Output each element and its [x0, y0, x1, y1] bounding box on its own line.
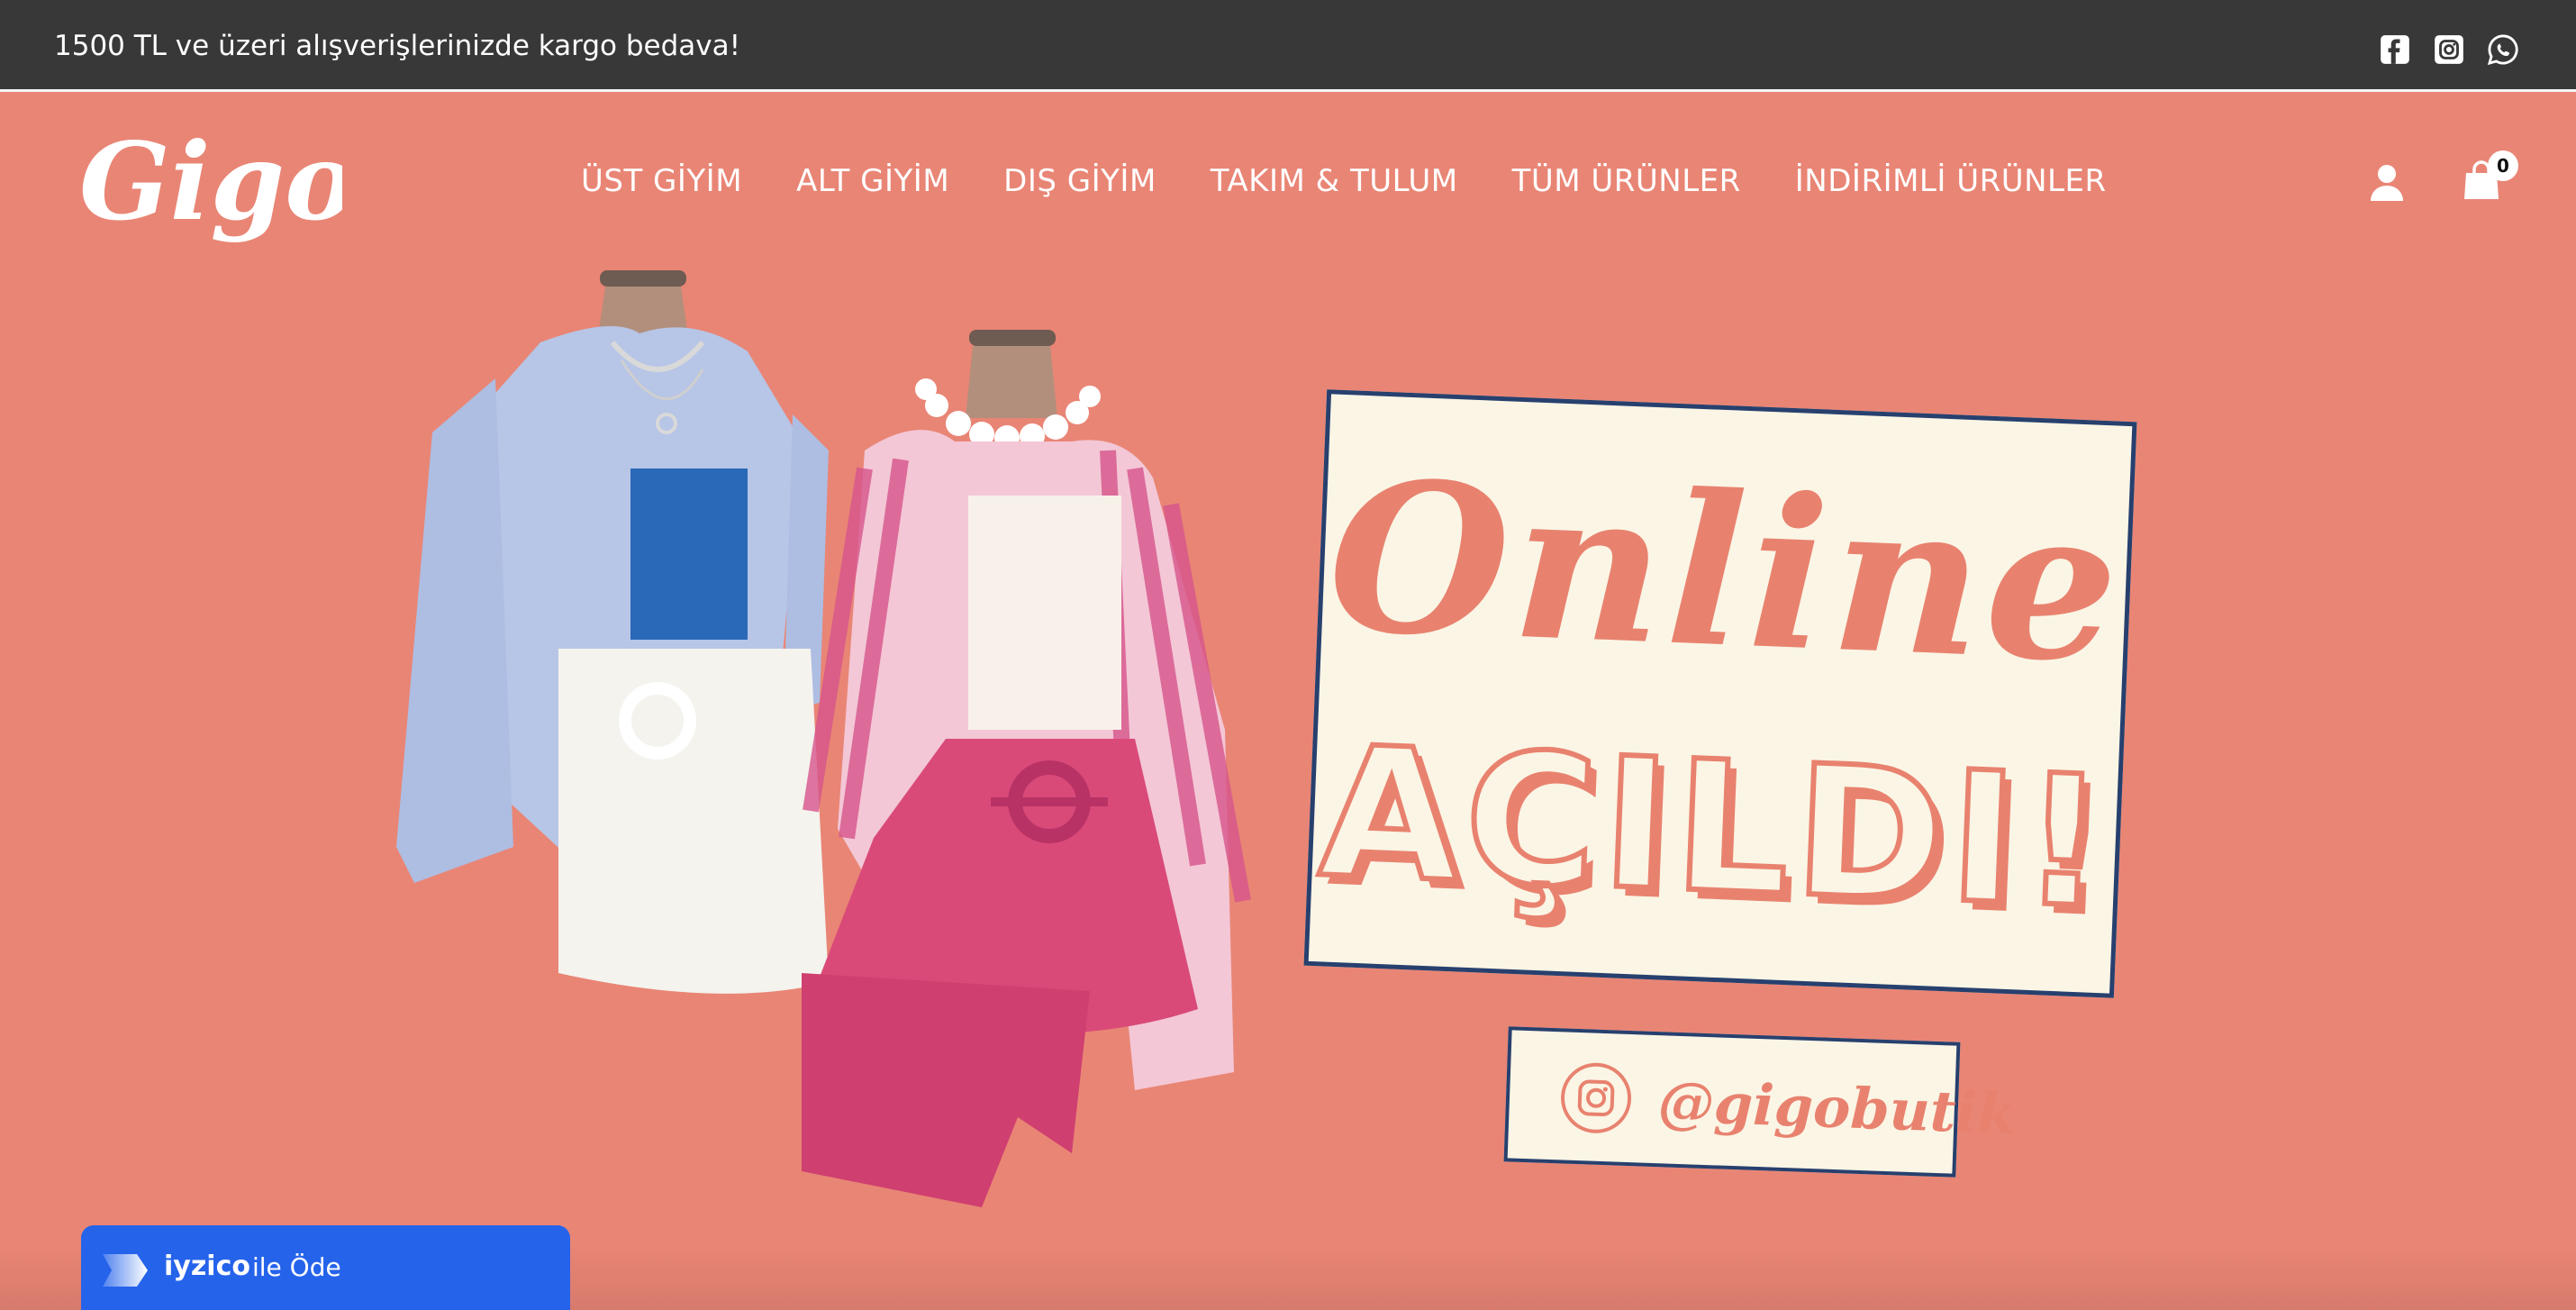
iyzico-chevron-icon	[103, 1254, 148, 1287]
instagram-handle-text: @gigobutik	[1656, 1069, 2018, 1147]
nav-tum-urunler[interactable]: TÜM ÜRÜNLER	[1512, 163, 1741, 199]
nav-alt-giyim[interactable]: ALT GİYİM	[796, 163, 949, 199]
nav-takim-tulum[interactable]: TAKIM & TULUM	[1211, 163, 1458, 199]
instagram-icon[interactable]	[2432, 32, 2466, 67]
nav-dis-giyim[interactable]: DIŞ GİYİM	[1003, 163, 1156, 199]
social-links	[2378, 32, 2520, 67]
instagram-icon	[1561, 1062, 1632, 1133]
gigo-logo[interactable]: Gigo	[76, 129, 342, 246]
left-mannequin	[396, 270, 829, 994]
hero-subheadline: AÇILDI!	[1313, 705, 2117, 951]
pay-label: ile Öde	[252, 1252, 341, 1282]
announcement-bar: 1500 TL ve üzeri alışverişlerinizde karg…	[0, 0, 2576, 92]
user-icon[interactable]	[2369, 163, 2405, 203]
cart-count-badge: 0	[2488, 150, 2518, 181]
svg-text:Gigo: Gigo	[79, 129, 342, 244]
instagram-handle-card[interactable]: @gigobutik	[1503, 1026, 2017, 1178]
announcement-text: 1500 TL ve üzeri alışverişlerinizde karg…	[54, 30, 741, 62]
hero-mannequins-image	[396, 270, 1251, 1207]
iyzico-brand: iyzico	[164, 1251, 250, 1282]
hero-announcement-card: Online AÇILDI!	[1303, 389, 2137, 998]
site-header: Gigo ÜST GİYİM ALT GİYİM DIŞ GİYİM TAKIM…	[0, 95, 2576, 275]
facebook-icon[interactable]	[2378, 32, 2412, 67]
hero-headline: Online	[1324, 434, 2127, 710]
main-navigation: ÜST GİYİM ALT GİYİM DIŞ GİYİM TAKIM & TU…	[581, 163, 2107, 199]
whatsapp-icon[interactable]	[2486, 32, 2520, 67]
nav-ust-giyim[interactable]: ÜST GİYİM	[581, 163, 742, 199]
right-mannequin	[802, 330, 1251, 1207]
nav-indirimli-urunler[interactable]: İNDİRİMLİ ÜRÜNLER	[1795, 163, 2107, 199]
iyzico-pay-button[interactable]: iyzico ile Öde	[81, 1225, 570, 1310]
